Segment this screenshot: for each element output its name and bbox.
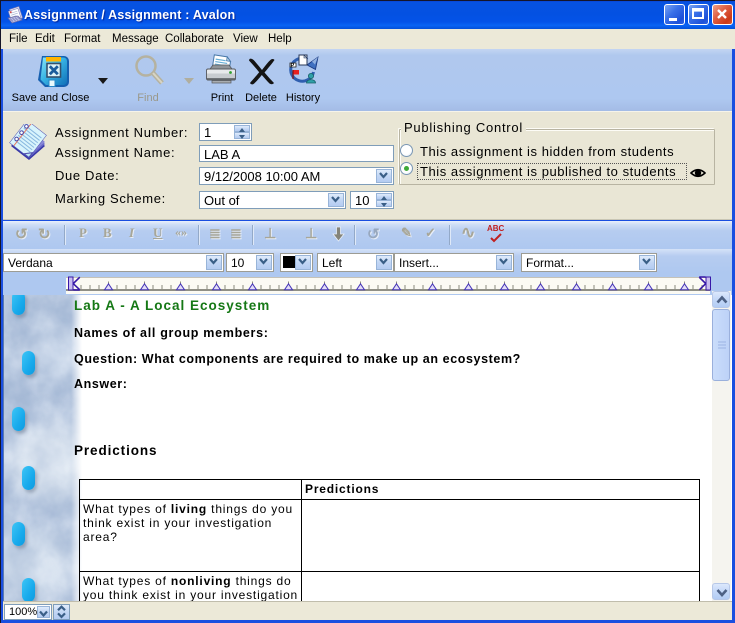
svg-text:P: P	[291, 63, 295, 69]
